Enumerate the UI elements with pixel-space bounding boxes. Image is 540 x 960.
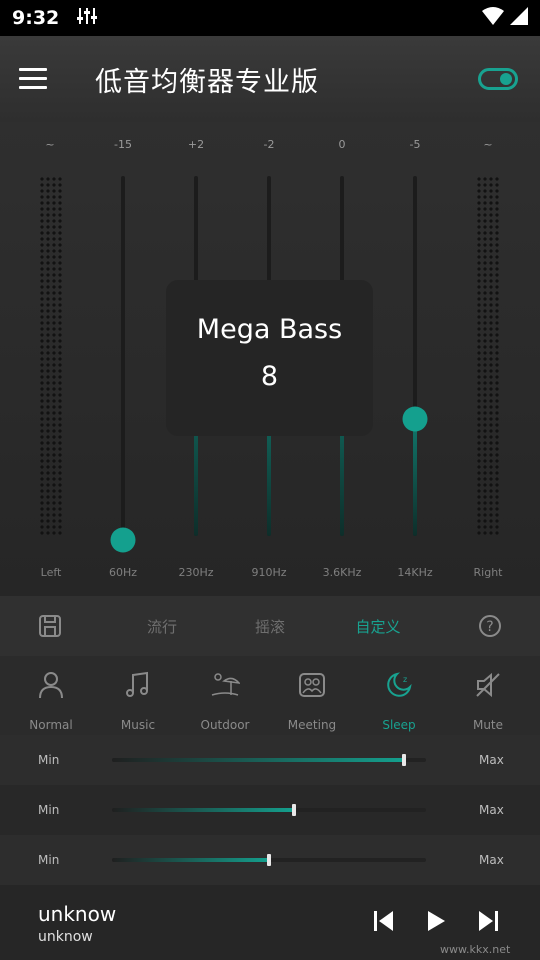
band-label: 3.6KHz bbox=[322, 566, 362, 579]
horizontal-slider[interactable] bbox=[112, 854, 426, 866]
min-label: Min bbox=[38, 803, 60, 817]
min-label: Min bbox=[38, 753, 60, 767]
watermark: www.kkx.net bbox=[440, 943, 511, 956]
band-label: 60Hz bbox=[108, 566, 138, 579]
mode-label: Outdoor bbox=[200, 718, 250, 732]
band-label: 14KHz bbox=[397, 566, 433, 579]
mode-label: Meeting bbox=[287, 718, 337, 732]
mode-normal[interactable]: Normal bbox=[11, 670, 91, 732]
status-bar: 9:32 bbox=[0, 0, 540, 36]
right-cap-label: ~ bbox=[483, 138, 493, 151]
left-speaker-grille bbox=[39, 176, 63, 536]
mini-player: unknow unknow www.kkx.net bbox=[0, 885, 540, 960]
skip-next-icon bbox=[479, 911, 498, 931]
popup-value: 8 bbox=[260, 361, 279, 392]
app-title: 低音均衡器专业版 bbox=[95, 66, 319, 98]
moon-icon: z bbox=[359, 670, 439, 700]
mode-label: Mute bbox=[472, 718, 504, 732]
meeting-icon bbox=[272, 670, 352, 700]
band-slider-14khz[interactable] bbox=[413, 176, 417, 536]
track-artist: unknow bbox=[38, 929, 93, 945]
popup-name: Mega Bass bbox=[196, 314, 343, 345]
slider-row-3: Min Max bbox=[0, 835, 540, 885]
next-button[interactable] bbox=[476, 909, 500, 937]
person-icon bbox=[11, 670, 91, 700]
band-value: -2 bbox=[263, 138, 275, 151]
preset-pop[interactable]: 流行 bbox=[147, 616, 177, 637]
previous-button[interactable] bbox=[372, 909, 396, 937]
preset-bar: 流行 摇滚 自定义 ? bbox=[0, 596, 540, 656]
menu-button[interactable] bbox=[19, 68, 49, 90]
left-label: Left bbox=[40, 566, 62, 579]
save-icon[interactable] bbox=[38, 614, 62, 642]
band-value: -15 bbox=[114, 138, 132, 151]
left-cap-label: ~ bbox=[45, 138, 55, 151]
mode-label: Sleep bbox=[382, 718, 416, 732]
svg-text:z: z bbox=[403, 675, 407, 684]
equalizer-panel: ~ -15 +2 -2 0 -5 ~ Left 60Hz 230Hz 910Hz… bbox=[0, 122, 540, 596]
mode-label: Music bbox=[120, 718, 156, 732]
mode-mute[interactable]: Mute bbox=[448, 670, 528, 732]
mode-label: Normal bbox=[29, 718, 73, 732]
power-toggle[interactable] bbox=[478, 68, 518, 90]
band-thumb-60hz[interactable] bbox=[110, 527, 136, 553]
skip-previous-icon bbox=[374, 911, 393, 931]
play-button[interactable] bbox=[424, 909, 448, 937]
max-label: Max bbox=[479, 803, 504, 817]
band-label: 910Hz bbox=[251, 566, 287, 579]
mode-meeting[interactable]: Meeting bbox=[272, 670, 352, 732]
mode-sleep[interactable]: z Sleep bbox=[359, 670, 439, 732]
sound-modes: Normal Music Outdoor Meeting z Sleep Mut… bbox=[0, 656, 540, 736]
track-title[interactable]: unknow bbox=[38, 902, 116, 926]
bass-popup: Mega Bass 8 bbox=[166, 280, 373, 436]
band-value: +2 bbox=[187, 138, 205, 151]
beach-icon bbox=[185, 670, 265, 700]
status-time: 9:32 bbox=[12, 7, 60, 29]
band-thumb-14khz[interactable] bbox=[402, 406, 428, 432]
play-icon bbox=[428, 911, 445, 931]
band-label: 230Hz bbox=[178, 566, 214, 579]
max-label: Max bbox=[479, 853, 504, 867]
mute-icon bbox=[448, 670, 528, 700]
horizontal-slider[interactable] bbox=[112, 804, 426, 816]
mode-outdoor[interactable]: Outdoor bbox=[185, 670, 265, 732]
equalizer-status-icon bbox=[77, 7, 98, 29]
horizontal-slider[interactable] bbox=[112, 754, 426, 766]
min-label: Min bbox=[38, 853, 60, 867]
signal-icon bbox=[510, 7, 528, 29]
svg-text:?: ? bbox=[486, 619, 493, 635]
help-icon[interactable]: ? bbox=[478, 614, 502, 642]
slider-row-2: Min Max bbox=[0, 785, 540, 835]
music-note-icon bbox=[98, 670, 178, 700]
wifi-icon bbox=[482, 7, 504, 29]
band-value: -5 bbox=[409, 138, 421, 151]
mode-music[interactable]: Music bbox=[98, 670, 178, 732]
right-speaker-grille bbox=[476, 176, 500, 536]
band-value: 0 bbox=[338, 138, 346, 151]
band-slider-60hz[interactable] bbox=[121, 176, 125, 536]
max-label: Max bbox=[479, 753, 504, 767]
preset-custom[interactable]: 自定义 bbox=[355, 616, 400, 637]
preset-rock[interactable]: 摇滚 bbox=[255, 616, 285, 637]
slider-row-1: Min Max bbox=[0, 735, 540, 785]
app-header: 低音均衡器专业版 bbox=[0, 36, 540, 122]
right-label: Right bbox=[473, 566, 503, 579]
